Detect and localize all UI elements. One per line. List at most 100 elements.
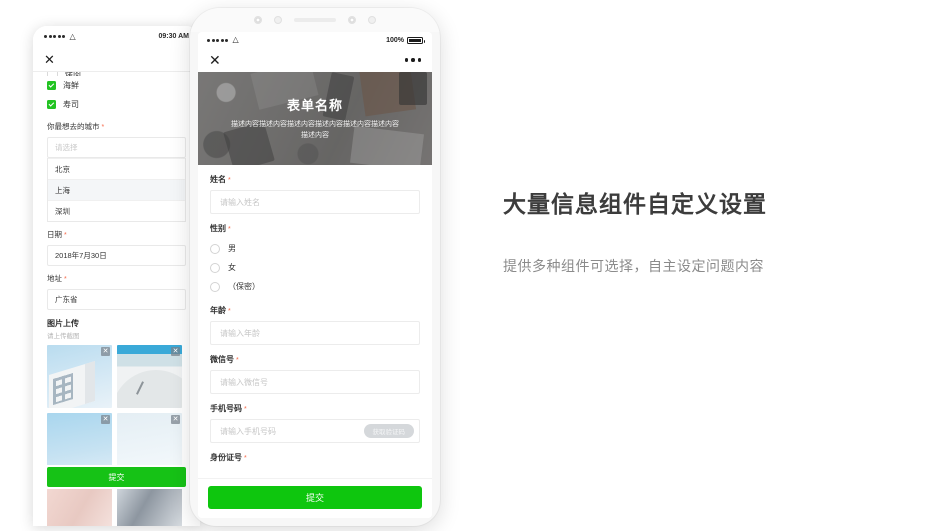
small-phone-navbar: ✕ xyxy=(33,47,200,72)
phone-field-label: 手机号码 * xyxy=(198,394,432,419)
battery-icon xyxy=(407,36,425,44)
required-marker: * xyxy=(228,308,231,315)
address-label-text: 地址 xyxy=(47,274,62,283)
earpiece-speaker xyxy=(294,18,336,22)
city-option-beijing[interactable]: 北京 xyxy=(48,158,185,179)
age-field-label: 年龄 * xyxy=(198,296,432,321)
marketing-copy-block: 大量信息组件自定义设置 提供多种组件可选择，自主设定问题内容 xyxy=(503,190,933,277)
address-field-label: 地址 * xyxy=(33,266,200,289)
name-field-label: 姓名 * xyxy=(198,165,432,190)
small-phone-submit-bar: 提交 xyxy=(33,465,200,489)
phone-notch-area xyxy=(190,8,440,32)
close-icon[interactable]: ✕ xyxy=(209,53,221,67)
checkbox-checked-icon[interactable] xyxy=(47,81,56,90)
form-fields-container: 姓名 * 请输入姓名 性别 * 男 女 （保密） 年龄 * 请输入年龄 微信号 … xyxy=(198,165,432,468)
checkbox-item[interactable]: 寿司 xyxy=(33,95,200,114)
marketing-subheadline: 提供多种组件可选择，自主设定问题内容 xyxy=(503,257,764,274)
delete-image-icon[interactable]: ✕ xyxy=(171,415,180,424)
hero-text-block: 表单名称 描述内容描述内容描述内容描述内容描述内容描述内容描述内容 xyxy=(198,72,432,165)
small-phone-scroll-area[interactable]: 烤肉 海鲜 寿司 你最想去的城市* 请选择 北京 上海 深圳 xyxy=(33,72,200,526)
battery-indicator: 100% xyxy=(386,36,425,44)
marketing-headline: 大量信息组件自定义设置 xyxy=(503,191,767,217)
radio-icon[interactable] xyxy=(210,262,220,273)
delete-image-icon[interactable]: ✕ xyxy=(101,415,110,424)
city-select-input[interactable]: 请选择 xyxy=(47,137,186,158)
primary-phone-screen: △ 100% ✕ 表单名称 描述内容描述内容描述内容描述内容描述内容描述内容描述… xyxy=(198,32,432,518)
required-marker: * xyxy=(64,232,67,239)
large-phone-status-bar: △ 100% xyxy=(198,32,432,48)
gender-option-secret[interactable]: （保密） xyxy=(198,277,432,296)
checkbox-label: 烤肉 xyxy=(65,72,81,76)
more-options-icon[interactable] xyxy=(404,58,421,62)
gender-option-male[interactable]: 男 xyxy=(198,239,432,258)
date-label-text: 日期 xyxy=(47,230,62,239)
battery-percent-label: 100% xyxy=(386,36,404,44)
required-marker: * xyxy=(228,226,231,233)
date-field-label: 日期 * xyxy=(33,222,200,245)
gender-option-female[interactable]: 女 xyxy=(198,258,432,277)
delete-image-icon[interactable]: ✕ xyxy=(101,347,110,356)
required-marker: * xyxy=(244,406,247,413)
wechat-field-label: 微信号 * xyxy=(198,345,432,370)
secondary-phone-mockup: △ 09:30 AM ✕ 烤肉 海鲜 寿司 xyxy=(33,26,200,526)
form-title: 表单名称 xyxy=(286,98,343,114)
front-camera-icon xyxy=(348,16,356,24)
city-label-text: 你最想去的城市 xyxy=(47,122,100,131)
upload-section-title: 图片上传 xyxy=(47,319,79,328)
checkbox-checked-icon[interactable] xyxy=(47,100,56,109)
wechat-input[interactable]: 请输入微信号 xyxy=(210,370,420,394)
uploaded-image-thumbnail[interactable]: ✕ xyxy=(117,345,182,408)
radio-icon[interactable] xyxy=(210,243,220,254)
city-field-label: 你最想去的城市 * xyxy=(33,114,200,137)
radio-label: 男 xyxy=(228,244,236,253)
small-phone-status-bar: △ 09:30 AM xyxy=(33,26,200,47)
city-option-list[interactable]: 北京 上海 深圳 xyxy=(47,158,186,222)
small-phone-submit-button[interactable]: 提交 xyxy=(47,467,186,487)
submit-button[interactable]: 提交 xyxy=(208,486,422,509)
uploaded-image-thumbnail[interactable]: ✕ xyxy=(47,345,112,408)
required-marker: * xyxy=(64,276,67,283)
primary-phone-mockup: △ 100% ✕ 表单名称 描述内容描述内容描述内容描述内容描述内容描述内容描述… xyxy=(190,8,440,526)
phone-input-placeholder: 请输入手机号码 xyxy=(220,426,276,436)
upload-thumbnail-grid: ✕ ✕ ✕ ✕ xyxy=(33,345,200,526)
checkbox-label: 海鲜 xyxy=(63,81,79,90)
form-hero-banner: 表单名称 描述内容描述内容描述内容描述内容描述内容描述内容描述内容 xyxy=(198,72,432,165)
small-phone-screen-body: 烤肉 海鲜 寿司 你最想去的城市* 请选择 北京 上海 深圳 xyxy=(33,72,200,526)
phone-input-wrapper[interactable]: 请输入手机号码 获取验证码 xyxy=(210,419,420,443)
gender-field-label: 性别 * xyxy=(198,214,432,239)
large-phone-navbar: ✕ xyxy=(198,48,432,72)
radio-label: （保密） xyxy=(228,282,260,291)
sensor-dot-icon xyxy=(368,16,376,24)
light-sensor-icon xyxy=(274,16,282,24)
required-marker: * xyxy=(101,124,105,131)
phone-label-text: 手机号码 xyxy=(210,404,242,413)
required-marker: * xyxy=(228,177,231,184)
city-option-shenzhen[interactable]: 深圳 xyxy=(48,200,185,221)
wechat-label-text: 微信号 xyxy=(210,355,234,364)
radio-icon[interactable] xyxy=(210,281,220,292)
age-input[interactable]: 请输入年龄 xyxy=(210,321,420,345)
get-verification-code-button[interactable]: 获取验证码 xyxy=(363,424,414,438)
gender-label-text: 性别 xyxy=(210,224,226,233)
close-icon[interactable]: ✕ xyxy=(44,53,55,66)
id-number-field-label: 身份证号 * xyxy=(198,443,432,468)
primary-submit-bar: 提交 xyxy=(198,478,432,518)
age-label-text: 年龄 xyxy=(210,306,226,315)
wifi-icon: △ xyxy=(232,35,239,44)
address-input[interactable]: 广东省 xyxy=(47,289,186,310)
upload-section-subtitle: 请上传截图 xyxy=(47,333,80,340)
id-number-label-text: 身份证号 xyxy=(210,453,242,462)
delete-image-icon[interactable]: ✕ xyxy=(171,347,180,356)
required-marker: * xyxy=(244,455,247,462)
name-input[interactable]: 请输入姓名 xyxy=(210,190,420,214)
signal-dots-icon: △ xyxy=(44,31,76,41)
checkbox-item[interactable]: 海鲜 xyxy=(33,76,200,95)
city-option-shanghai[interactable]: 上海 xyxy=(48,179,185,200)
small-phone-clock: 09:30 AM xyxy=(158,33,189,40)
form-description: 描述内容描述内容描述内容描述内容描述内容描述内容描述内容 xyxy=(231,121,399,139)
page-root: △ 09:30 AM ✕ 烤肉 海鲜 寿司 xyxy=(0,0,945,531)
checkbox-icon[interactable] xyxy=(47,72,58,76)
wifi-icon: △ xyxy=(69,31,76,41)
proximity-sensor-icon xyxy=(254,16,262,24)
date-input[interactable]: 2018年7月30日 xyxy=(47,245,186,266)
